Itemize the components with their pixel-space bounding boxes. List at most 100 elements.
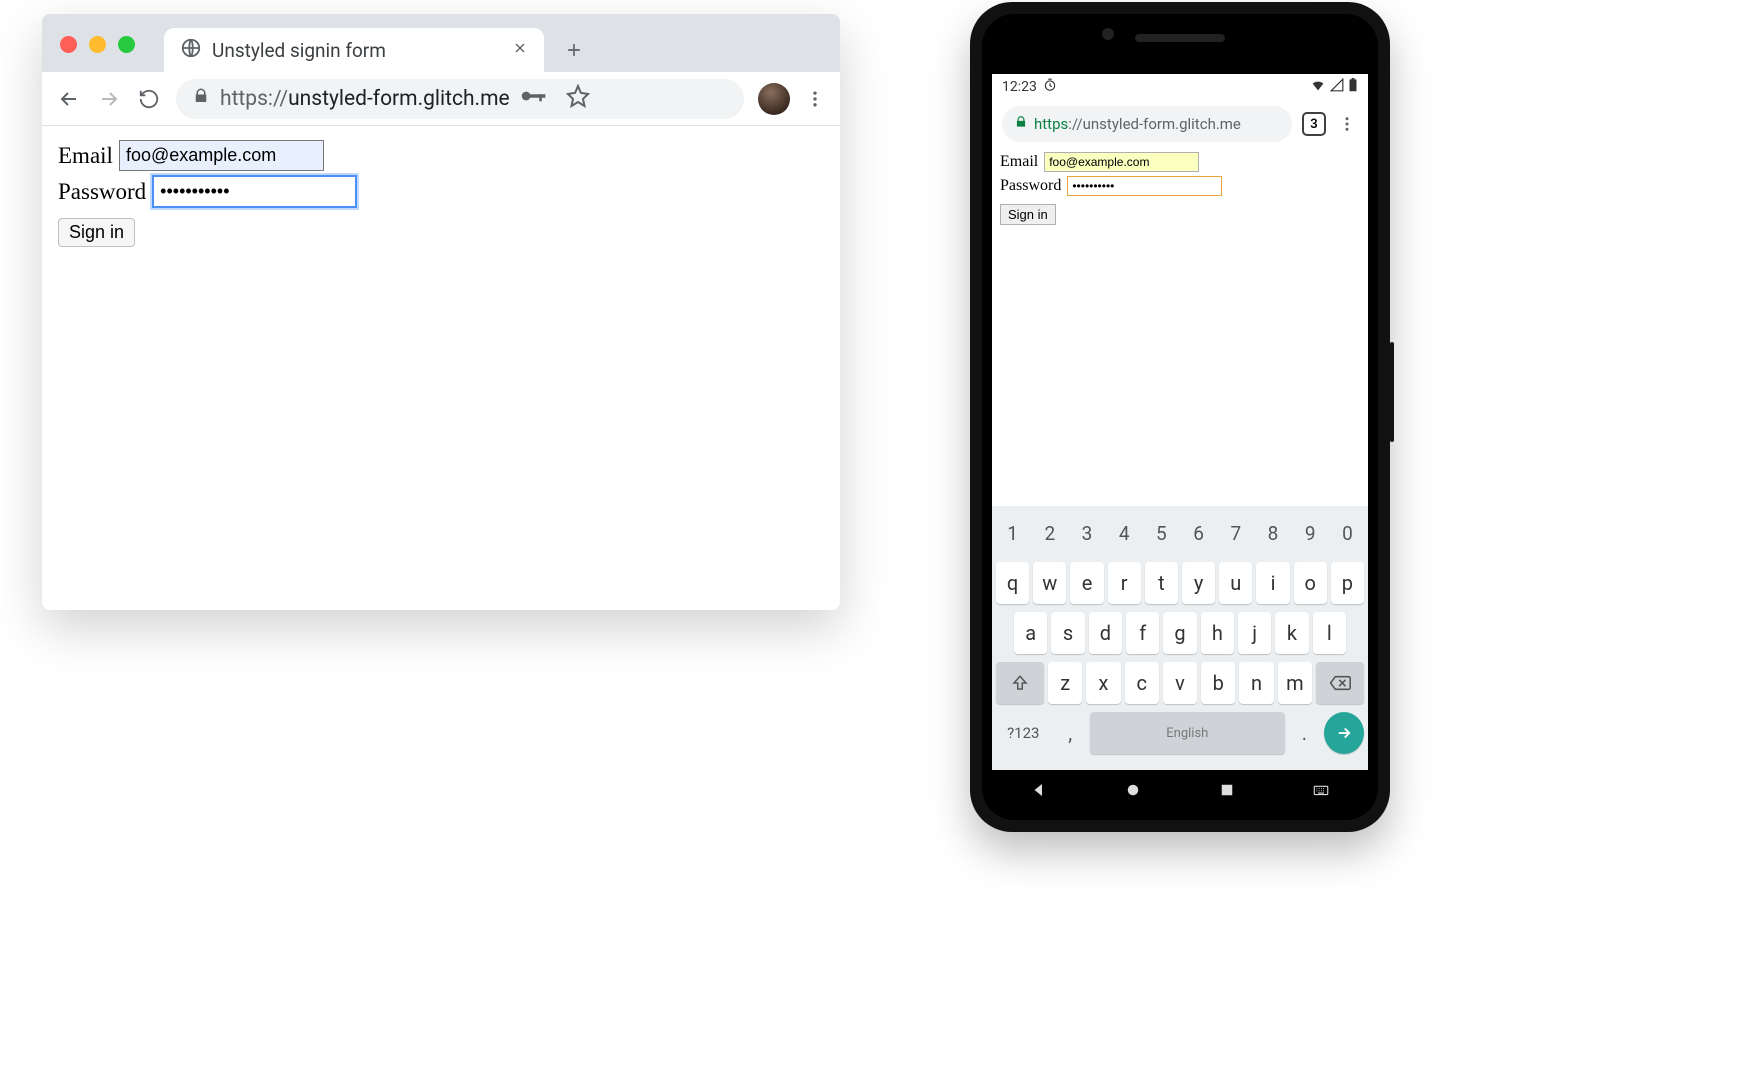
key-period[interactable]: .: [1289, 712, 1320, 754]
lock-icon: [1014, 115, 1028, 133]
mobile-browser-toolbar: https://unstyled-form.glitch.me 3: [992, 100, 1368, 148]
email-label: Email: [58, 143, 113, 169]
nav-keyboard-switcher[interactable]: [1312, 781, 1330, 803]
browser-toolbar: https://unstyled-form.glitch.me: [42, 72, 840, 126]
key-1[interactable]: 1: [996, 512, 1029, 554]
mobile-page-content: Email Password Sign in: [992, 148, 1368, 229]
key-shift[interactable]: [996, 662, 1044, 704]
key-r[interactable]: r: [1108, 562, 1141, 604]
phone-camera: [1102, 28, 1114, 40]
key-f[interactable]: f: [1126, 612, 1159, 654]
signin-button[interactable]: Sign in: [58, 218, 135, 247]
key-x[interactable]: x: [1086, 662, 1120, 704]
battery-icon: [1348, 78, 1358, 96]
key-z[interactable]: z: [1048, 662, 1082, 704]
key-p[interactable]: p: [1331, 562, 1364, 604]
key-0[interactable]: 0: [1331, 512, 1364, 554]
key-space[interactable]: English: [1090, 712, 1285, 754]
key-backspace[interactable]: [1316, 662, 1364, 704]
key-9[interactable]: 9: [1294, 512, 1327, 554]
nav-recents-button[interactable]: [1218, 781, 1236, 803]
phone-power-button: [1390, 342, 1394, 442]
reload-button[interactable]: [136, 86, 162, 112]
key-6[interactable]: 6: [1182, 512, 1215, 554]
key-comma[interactable]: ,: [1055, 712, 1086, 754]
mobile-signin-button[interactable]: Sign in: [1000, 204, 1056, 225]
key-8[interactable]: 8: [1256, 512, 1289, 554]
phone-screen: 12:23: [992, 74, 1368, 770]
key-c[interactable]: c: [1125, 662, 1159, 704]
key-h[interactable]: h: [1201, 612, 1234, 654]
star-icon[interactable]: [558, 84, 590, 114]
key-q[interactable]: q: [996, 562, 1029, 604]
key-3[interactable]: 3: [1070, 512, 1103, 554]
lock-icon: [192, 87, 210, 111]
address-bar[interactable]: https://unstyled-form.glitch.me: [176, 79, 744, 119]
key-g[interactable]: g: [1163, 612, 1196, 654]
key-u[interactable]: u: [1219, 562, 1252, 604]
mobile-address-bar[interactable]: https://unstyled-form.glitch.me: [1002, 106, 1292, 142]
key-a[interactable]: a: [1014, 612, 1047, 654]
nav-back-button[interactable]: [1030, 781, 1048, 803]
forward-button[interactable]: [96, 86, 122, 112]
password-label: Password: [58, 179, 146, 205]
key-j[interactable]: j: [1238, 612, 1271, 654]
close-window-button[interactable]: [60, 36, 77, 53]
key-o[interactable]: o: [1294, 562, 1327, 604]
maximize-window-button[interactable]: [118, 36, 135, 53]
phone-device-frame: 12:23: [970, 2, 1390, 832]
tabstrip: Unstyled signin form: [42, 14, 840, 72]
key-icon[interactable]: [520, 86, 548, 112]
key-v[interactable]: v: [1163, 662, 1197, 704]
password-input[interactable]: [152, 175, 357, 208]
key-symbols[interactable]: ?123: [996, 712, 1051, 754]
mobile-password-input[interactable]: [1067, 176, 1222, 196]
key-n[interactable]: n: [1239, 662, 1273, 704]
phone-speaker: [1135, 34, 1225, 42]
mobile-menu-button[interactable]: [1336, 113, 1358, 135]
keyboard-row-1: q w e r t y u i o p: [996, 562, 1364, 604]
status-bar: 12:23: [992, 74, 1368, 100]
tab-count-button[interactable]: 3: [1302, 112, 1326, 136]
keyboard-number-row: 1 2 3 4 5 6 7 8 9 0: [996, 512, 1364, 554]
key-t[interactable]: t: [1145, 562, 1178, 604]
wifi-icon: [1310, 78, 1326, 96]
key-l[interactable]: l: [1313, 612, 1346, 654]
key-enter[interactable]: [1324, 712, 1364, 754]
email-input[interactable]: [119, 140, 324, 171]
key-w[interactable]: w: [1033, 562, 1066, 604]
globe-icon: [180, 37, 202, 63]
key-d[interactable]: d: [1089, 612, 1122, 654]
key-m[interactable]: m: [1278, 662, 1312, 704]
browser-tab[interactable]: Unstyled signin form: [164, 28, 544, 72]
key-i[interactable]: i: [1256, 562, 1289, 604]
nav-home-button[interactable]: [1124, 781, 1142, 803]
key-b[interactable]: b: [1201, 662, 1235, 704]
key-4[interactable]: 4: [1108, 512, 1141, 554]
signal-icon: [1330, 78, 1344, 96]
key-5[interactable]: 5: [1145, 512, 1178, 554]
key-y[interactable]: y: [1182, 562, 1215, 604]
key-k[interactable]: k: [1275, 612, 1308, 654]
mobile-email-input[interactable]: [1044, 152, 1199, 172]
back-button[interactable]: [56, 86, 82, 112]
profile-avatar[interactable]: [758, 83, 790, 115]
desktop-browser-window: Unstyled signin form https://unstyled-fo…: [42, 14, 840, 610]
tab-title: Unstyled signin form: [212, 39, 502, 62]
minimize-window-button[interactable]: [89, 36, 106, 53]
android-nav-bar: [992, 774, 1368, 810]
url-text: https://unstyled-form.glitch.me: [220, 87, 510, 111]
mobile-url-text: https://unstyled-form.glitch.me: [1034, 115, 1241, 133]
keyboard-row-4: ?123 , English .: [996, 712, 1364, 754]
new-tab-button[interactable]: [558, 34, 590, 66]
key-2[interactable]: 2: [1033, 512, 1066, 554]
key-s[interactable]: s: [1051, 612, 1084, 654]
mobile-email-label: Email: [1000, 153, 1038, 171]
soft-keyboard: 1 2 3 4 5 6 7 8 9 0 q w e r t y: [992, 506, 1368, 770]
close-tab-button[interactable]: [512, 40, 528, 60]
key-e[interactable]: e: [1070, 562, 1103, 604]
window-controls: [60, 36, 135, 53]
mobile-password-label: Password: [1000, 177, 1061, 195]
browser-menu-button[interactable]: [804, 88, 826, 110]
key-7[interactable]: 7: [1219, 512, 1252, 554]
